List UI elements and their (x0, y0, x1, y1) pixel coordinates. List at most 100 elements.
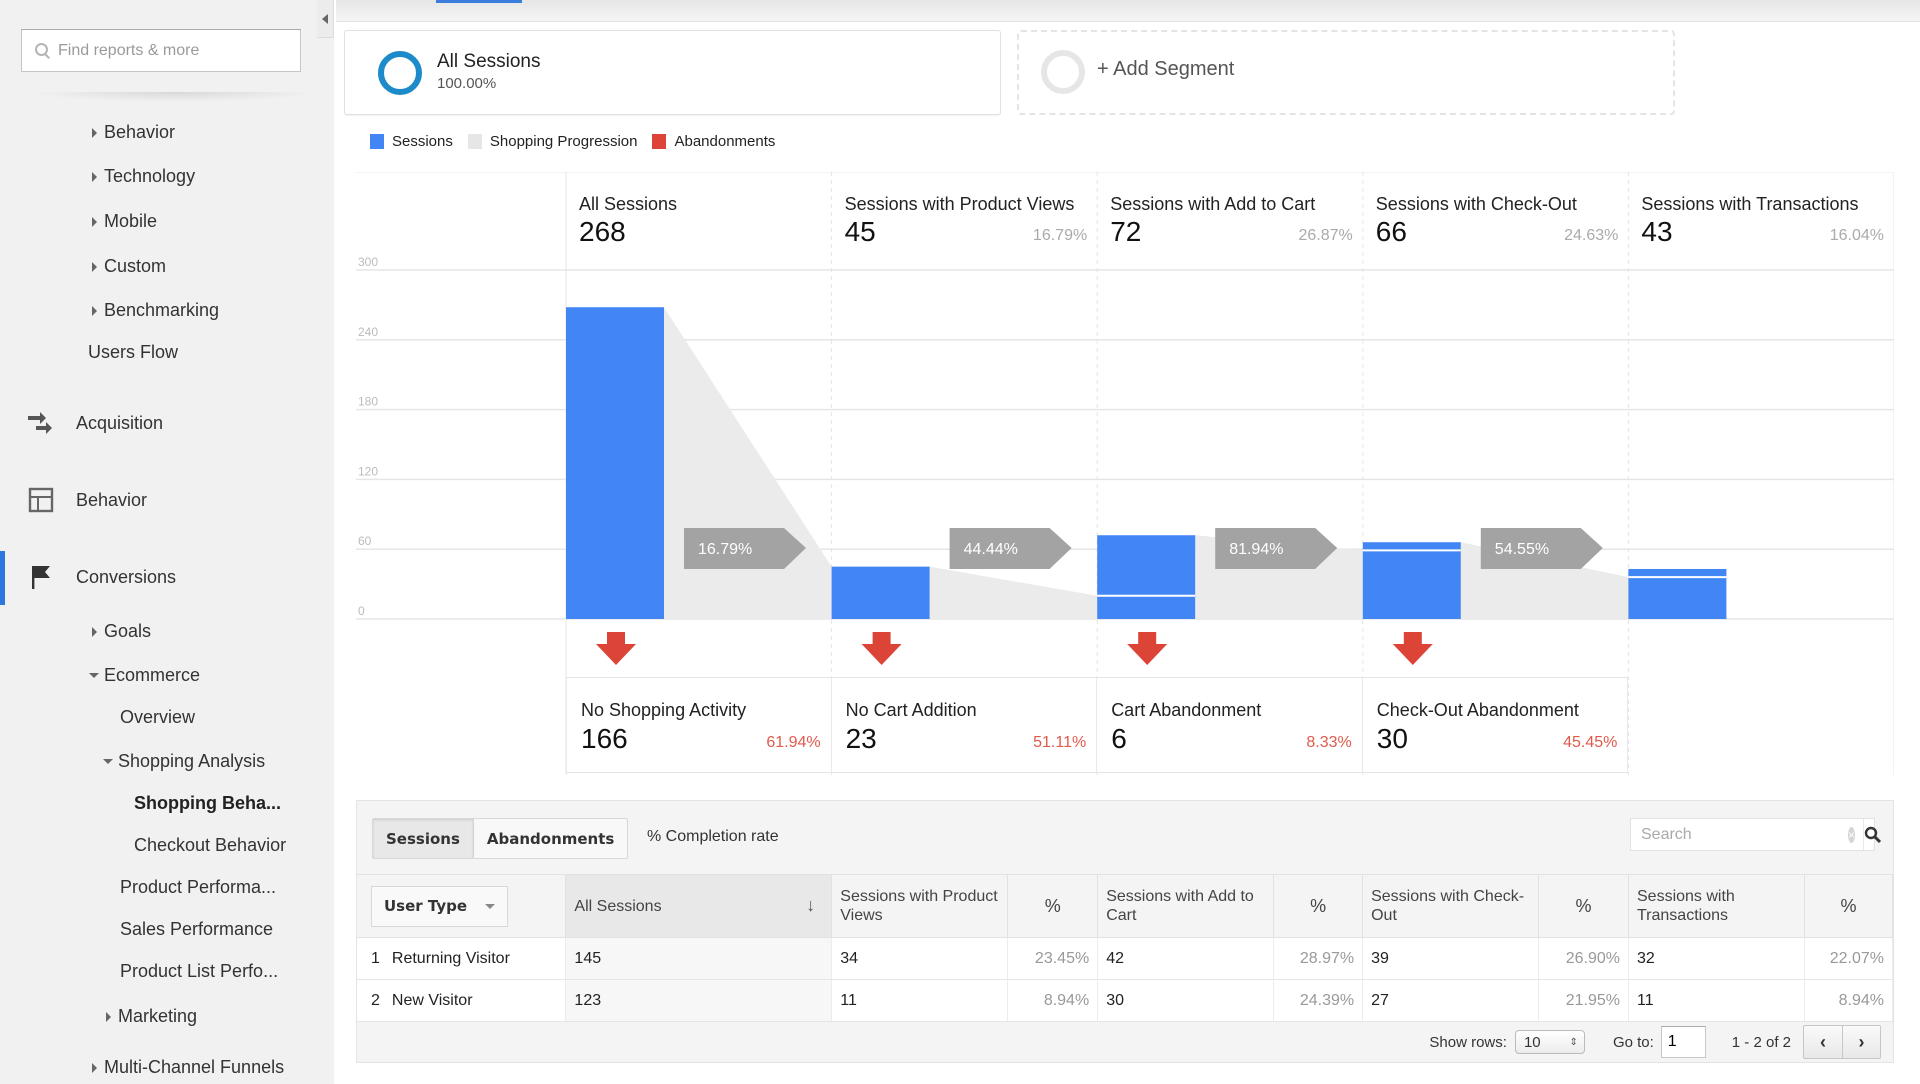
sidebar-item-marketing[interactable]: Marketing (106, 1006, 197, 1027)
abandonment-card[interactable]: Cart Abandonment 6 8.33% (1097, 677, 1363, 773)
session-bar (831, 566, 930, 619)
abandonment-arrow-icon (1127, 632, 1168, 665)
legend-label: Shopping Progression (489, 133, 638, 150)
sidebar-item-behavior[interactable]: Behavior (26, 485, 147, 515)
session-bar (566, 307, 664, 619)
completion-rate-toggle[interactable]: % Completion rate (647, 828, 779, 846)
header-percent[interactable]: % (1273, 874, 1364, 938)
header-check-out[interactable]: Sessions with Check-Out (1362, 874, 1540, 938)
row-dimension-cell: 2 New Visitor (357, 979, 567, 1022)
search-icon (34, 42, 52, 60)
value-cell: 30 (1097, 979, 1275, 1022)
find-reports-search[interactable] (21, 29, 301, 72)
sidebar-item-shopping-behavior[interactable]: Shopping Beha... (134, 793, 281, 814)
sidebar-item-conversions[interactable]: Conversions (26, 562, 176, 592)
header-all-sessions[interactable]: All Sessions ↓ (565, 874, 833, 938)
percent-cell: 23.45% (1007, 937, 1099, 980)
sidebar-item-label: Technology (104, 166, 196, 186)
value-cell: 32 (1628, 937, 1805, 980)
sidebar-item-overview[interactable]: Overview (120, 707, 195, 728)
sidebar-item-technology[interactable]: Technology (92, 166, 195, 187)
sidebar-item-label: Conversions (76, 566, 177, 587)
funnel-stage-header: Sessions with Add to Cart 72 26.87% (1097, 172, 1363, 270)
dimension-label: User Type (384, 896, 468, 915)
stage-percent: 24.63% (1564, 227, 1619, 244)
goto-page-input[interactable] (1660, 1026, 1706, 1058)
value-cell: 27 (1362, 979, 1540, 1022)
header-transactions[interactable]: Sessions with Transactions (1628, 874, 1805, 938)
add-segment-button[interactable]: + Add Segment (1017, 30, 1675, 115)
sidebar-item-multi-channel-funnels[interactable]: Multi-Channel Funnels (92, 1057, 284, 1078)
value-cell: 145 (565, 937, 833, 980)
row-label-link[interactable]: New Visitor (392, 992, 473, 1009)
show-rows-select[interactable]: 10 ⇕ (1514, 1030, 1585, 1054)
user-type-dimension-select[interactable]: User Type (371, 885, 509, 927)
metric-toggle-group: Sessions Abandonments (372, 818, 629, 859)
goto-label: Go to: (1612, 1033, 1654, 1051)
abandonment-card[interactable]: No Cart Addition 23 51.11% (831, 677, 1098, 773)
sidebar-item-sales-performance[interactable]: Sales Performance (120, 919, 273, 940)
show-rows-value: 10 (1523, 1033, 1541, 1051)
sidebar-item-label: Shopping Beha... (134, 793, 281, 813)
header-percent[interactable]: % (1538, 874, 1629, 938)
sidebar-item-benchmarking[interactable]: Benchmarking (92, 300, 219, 321)
sidebar-item-goals[interactable]: Goals (92, 621, 151, 642)
sidebar-item-mobile[interactable]: Mobile (92, 211, 157, 232)
header-percent[interactable]: % (1804, 874, 1894, 938)
abandonment-card[interactable]: No Shopping Activity 166 61.94% (566, 677, 832, 773)
find-reports-input[interactable] (58, 41, 288, 60)
sidebar-item-product-list-performance[interactable]: Product List Perfo... (120, 961, 278, 982)
toggle-abandonments[interactable]: Abandonments (474, 819, 627, 858)
expand-arrow-icon (92, 261, 97, 272)
sidebar-item-label: Marketing (118, 1006, 198, 1026)
header-label: All Sessions (574, 897, 662, 915)
previous-page-button[interactable]: ‹ (1804, 1026, 1842, 1058)
table-search-input[interactable] (1631, 819, 1848, 850)
y-tick-label: 60 (358, 534, 372, 548)
segment-all-sessions[interactable]: All Sessions 100.00% (344, 30, 1001, 115)
clear-search-icon[interactable]: × (1848, 827, 1856, 843)
abandonment-card[interactable]: Check-Out Abandonment 30 45.45% (1362, 677, 1629, 773)
segment-ring-icon (378, 51, 422, 95)
active-section-indicator (0, 551, 5, 605)
toggle-sessions[interactable]: Sessions (373, 819, 474, 858)
stage-title: Sessions with Product Views (844, 194, 1075, 214)
y-tick-label: 240 (358, 325, 378, 339)
value-cell: 39 (1362, 937, 1540, 980)
legend-item-sessions: Sessions (370, 133, 453, 150)
table-footer: Show rows: 10 ⇕ Go to: 1 - 2 of 2 ‹ › (357, 1021, 1893, 1063)
search-button[interactable] (1863, 819, 1882, 850)
percent-cell: 28.97% (1273, 937, 1364, 980)
shopping-table: User Type All Sessions ↓ Sessions with Pr… (357, 874, 1894, 1022)
sidebar-collapse-button[interactable] (317, 0, 334, 38)
sidebar-item-ecommerce[interactable]: Ecommerce (89, 665, 200, 686)
table-row: 2 New Visitor 123 11 8.94% 30 24.39% 27 21.95% 11… (357, 979, 1894, 1022)
row-label-link[interactable]: Returning Visitor (392, 950, 510, 967)
stage-title: All Sessions (579, 194, 678, 214)
table-search: × (1630, 818, 1882, 851)
sidebar-item-checkout-behavior[interactable]: Checkout Behavior (134, 835, 286, 856)
next-page-button[interactable]: › (1842, 1026, 1880, 1058)
header-percent[interactable]: % (1007, 874, 1099, 938)
segment-percent: 100.00% (437, 75, 497, 92)
y-tick-label: 300 (358, 255, 378, 269)
sidebar-item-label: Checkout Behavior (134, 835, 287, 855)
header-add-to-cart[interactable]: Sessions with Add to Cart (1097, 874, 1275, 938)
segment-name: All Sessions (437, 51, 541, 72)
sidebar-item-users-flow[interactable]: Users Flow (88, 342, 178, 363)
sidebar-item-audience-behavior[interactable]: Behavior (92, 122, 175, 143)
session-bar (1362, 542, 1461, 619)
percent-cell: 22.07% (1804, 937, 1894, 980)
sidebar-item-shopping-analysis[interactable]: Shopping Analysis (103, 751, 265, 772)
sidebar-item-label: Users Flow (88, 342, 179, 362)
sidebar-item-product-performance[interactable]: Product Performa... (120, 877, 276, 898)
empty-segment-ring-icon (1041, 50, 1085, 94)
chart-legend: Sessions Shopping Progression Abandonmen… (370, 133, 790, 150)
updown-arrows-icon: ⇕ (1569, 1036, 1578, 1048)
sidebar-item-custom[interactable]: Custom (92, 256, 166, 277)
sidebar-item-label: Custom (104, 256, 167, 276)
sidebar-item-label: Mobile (104, 211, 158, 231)
sidebar-item-acquisition[interactable]: Acquisition (26, 408, 163, 438)
abandonment-title: Cart Abandonment (1111, 700, 1262, 720)
header-product-views[interactable]: Sessions with Product Views (831, 874, 1009, 938)
